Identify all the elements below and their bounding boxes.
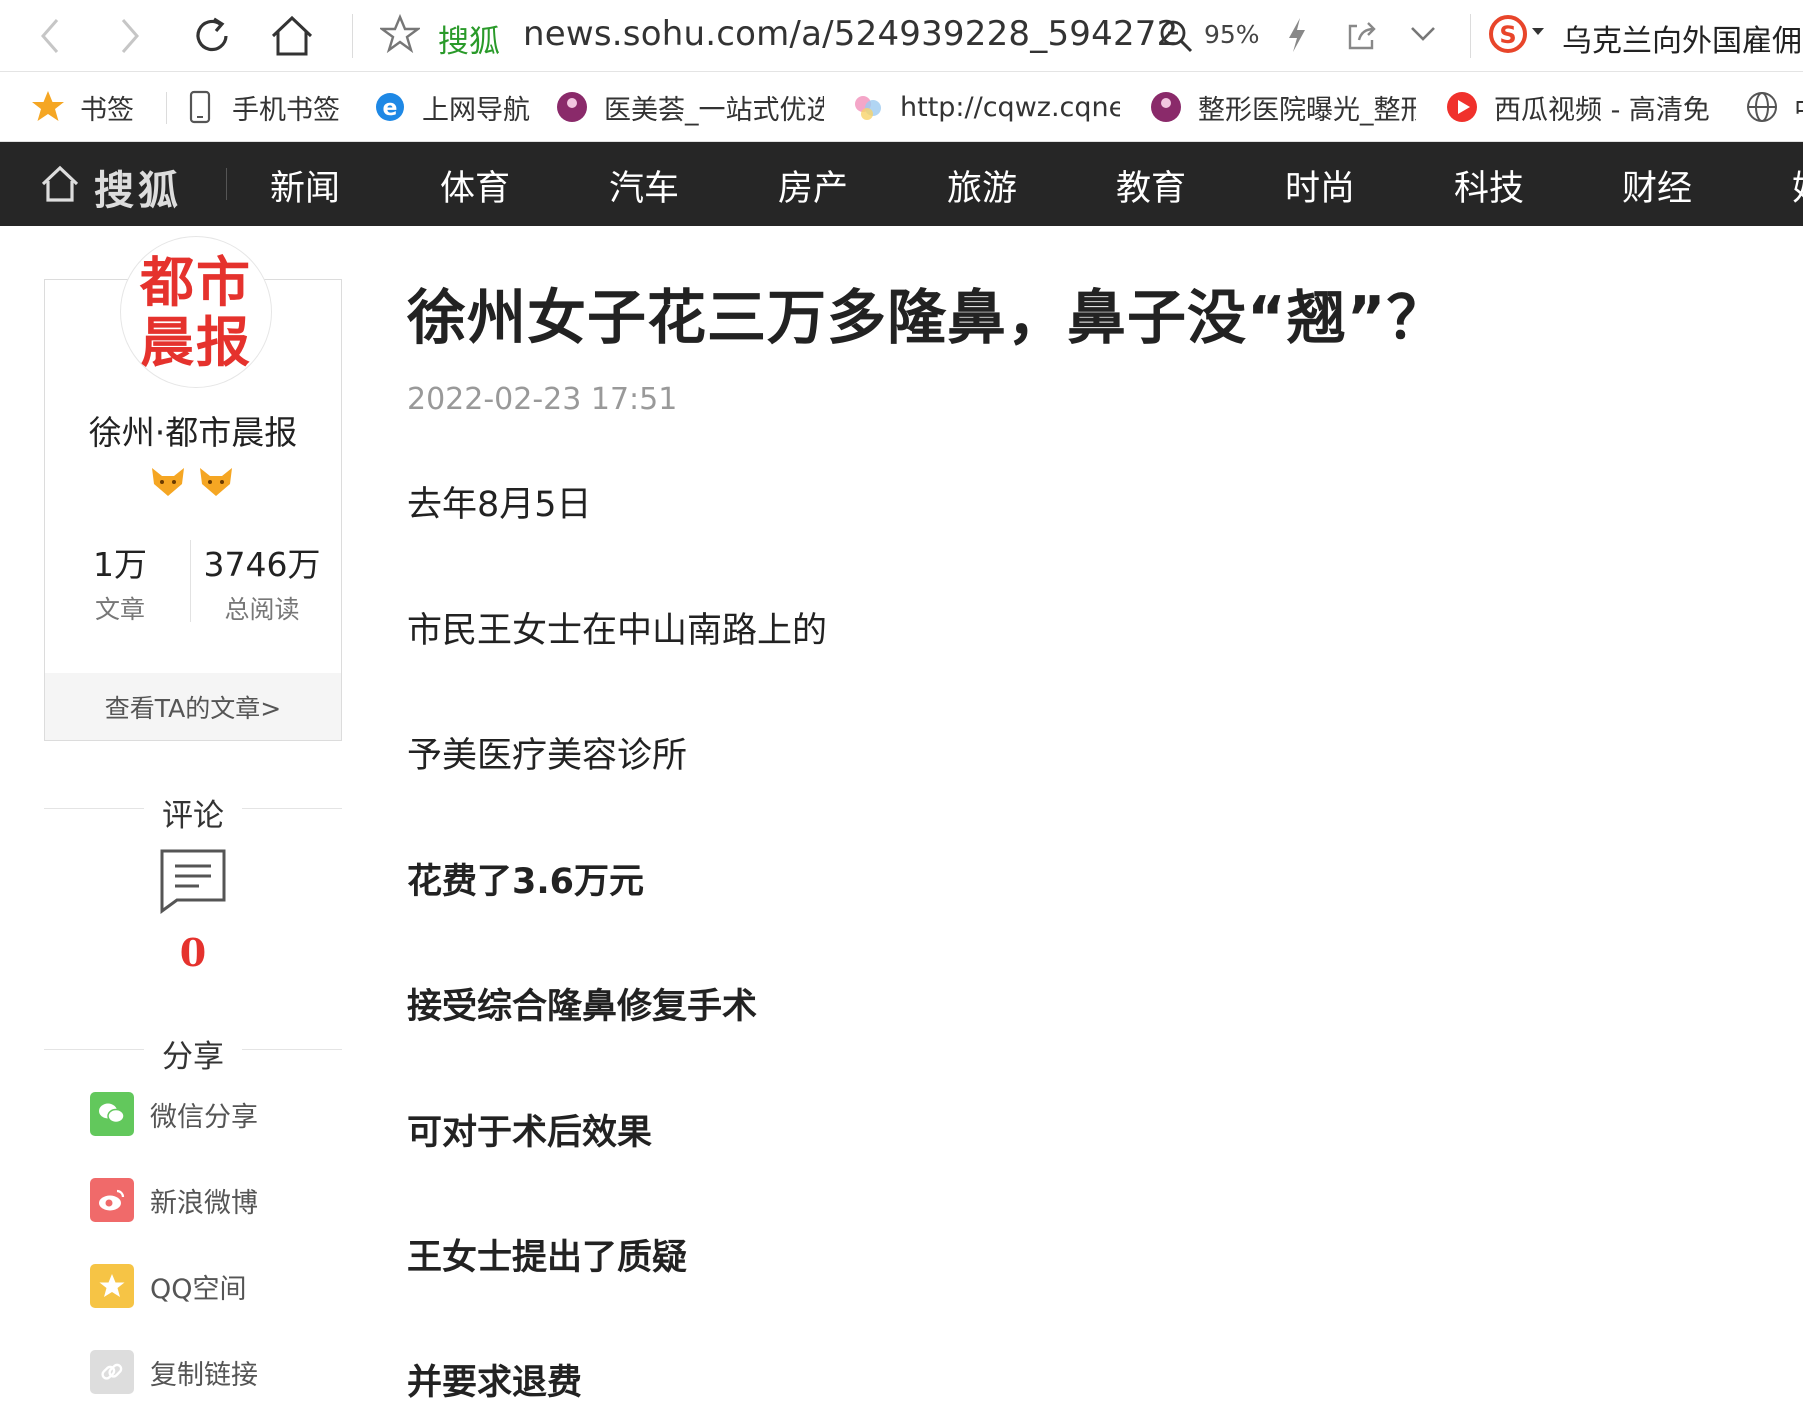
nav-item-entertainment[interactable]: 娱 — [1792, 160, 1803, 211]
back-icon[interactable] — [24, 10, 76, 62]
nav-item-auto[interactable]: 汽车 — [609, 160, 679, 211]
article-paragraph: 并要求退费 — [407, 1363, 583, 1403]
phone-icon — [182, 89, 218, 125]
weibo-icon — [90, 1178, 134, 1222]
bookmark-item[interactable]: 西瓜视频 - 高清免 — [1444, 72, 1716, 141]
xigua-icon — [1444, 89, 1480, 125]
stat-articles: 1万 文章 — [93, 545, 147, 624]
hot-news-text[interactable]: 乌克兰向外国雇佣兵 — [1562, 16, 1803, 60]
article-paragraph: 市民王女士在中山南路上的 — [407, 611, 828, 651]
wechat-icon — [90, 1092, 134, 1136]
author-medals — [150, 466, 234, 498]
ie-icon: e — [372, 89, 408, 125]
share-section-title: 分享 — [162, 1039, 224, 1075]
yimeihui-icon — [554, 89, 590, 125]
comment-icon[interactable] — [159, 848, 227, 918]
bookmark-item[interactable]: 书签 — [30, 72, 134, 141]
bookmark-item[interactable]: 手机书签 — [182, 72, 340, 141]
address-url[interactable]: news.sohu.com/a/524939228_594272 — [523, 14, 1178, 54]
comment-count[interactable]: 0 — [44, 930, 342, 975]
bookmarks-bar: 书签 手机书签 e 上网导航 医美荟_一站式优选 http://cqwz.cqn… — [0, 72, 1803, 142]
link-icon — [90, 1350, 134, 1394]
nav-item-travel[interactable]: 旅游 — [947, 160, 1017, 211]
sogou-dropdown-icon[interactable] — [1532, 28, 1544, 35]
fox-badge-icon — [152, 468, 184, 496]
sohu-nav-bar: 搜狐 新闻 体育 汽车 房产 旅游 教育 时尚 科技 财经 娱 — [0, 142, 1803, 226]
stat-reads: 3746万 总阅读 — [203, 545, 321, 624]
bookmark-item[interactable]: 医美荟_一站式优选 — [554, 72, 824, 141]
nav-item-education[interactable]: 教育 — [1116, 160, 1186, 211]
bookmark-item[interactable]: 整形医院曝光_整形 — [1148, 72, 1416, 141]
view-articles-link[interactable]: 查看TA的文章> — [45, 673, 341, 740]
article-paragraph: 可对于术后效果 — [407, 1113, 653, 1153]
bookmark-item[interactable]: e 上网导航 — [372, 72, 530, 141]
article-paragraph: 予美医疗美容诊所 — [407, 736, 688, 776]
copy-link-button[interactable]: 复制链接 — [90, 1350, 258, 1394]
nav-item-sports[interactable]: 体育 — [440, 160, 510, 211]
article-title: 徐州女子花三万多隆鼻，鼻子没“翘”？ — [407, 283, 1447, 352]
fox-badge-icon — [200, 468, 232, 496]
nav-item-house[interactable]: 房产 — [778, 160, 848, 211]
bookmark-item[interactable]: 中 — [1744, 72, 1803, 141]
sogou-search-icon[interactable]: S — [1488, 12, 1528, 60]
share-icon[interactable] — [1345, 18, 1379, 56]
nav-home-icon[interactable] — [40, 164, 80, 208]
nav-item-tech[interactable]: 科技 — [1454, 160, 1524, 211]
forward-icon[interactable] — [104, 10, 156, 62]
bookmark-item[interactable]: http://cqwz.cqnews — [850, 72, 1120, 141]
comment-section-title: 评论 — [162, 798, 224, 834]
globe-icon — [1744, 89, 1780, 125]
star-icon — [30, 89, 66, 125]
article-paragraph: 花费了3.6万元 — [407, 862, 645, 902]
site-name: 搜狐 — [438, 24, 500, 60]
svg-text:S: S — [1499, 21, 1516, 49]
share-qzone-button[interactable]: QQ空间 — [90, 1264, 247, 1308]
nav-item-fashion[interactable]: 时尚 — [1285, 160, 1355, 211]
article-paragraph: 王女士提出了质疑 — [407, 1238, 688, 1278]
chevron-down-icon[interactable] — [1408, 22, 1438, 50]
author-avatar[interactable]: 都市 晨报 — [120, 236, 272, 388]
reload-icon[interactable] — [186, 10, 238, 62]
cqwz-icon — [850, 89, 886, 125]
article-paragraph: 接受综合隆鼻修复手术 — [407, 987, 758, 1027]
nav-item-news[interactable]: 新闻 — [270, 160, 340, 211]
yimeihui-icon — [1148, 89, 1184, 125]
zoom-level[interactable]: 95% — [1204, 20, 1260, 49]
article-date: 2022-02-23 17:51 — [407, 382, 678, 417]
browser-toolbar: 搜狐 news.sohu.com/a/524939228_594272 95% … — [0, 0, 1803, 72]
home-icon[interactable] — [266, 10, 318, 62]
svg-text:e: e — [383, 96, 398, 121]
share-weibo-button[interactable]: 新浪微博 — [90, 1178, 258, 1222]
qzone-star-icon — [90, 1264, 134, 1308]
bookmark-star-icon[interactable] — [378, 13, 422, 58]
zoom-icon[interactable] — [1158, 18, 1194, 58]
sohu-logo[interactable]: 搜狐 — [94, 158, 182, 216]
share-wechat-button[interactable]: 微信分享 — [90, 1092, 258, 1136]
article-paragraph: 去年8月5日 — [407, 485, 592, 525]
author-name[interactable]: 徐州·都市晨报 — [44, 406, 342, 454]
nav-item-finance[interactable]: 财经 — [1622, 160, 1692, 211]
bolt-icon[interactable] — [1285, 16, 1309, 58]
